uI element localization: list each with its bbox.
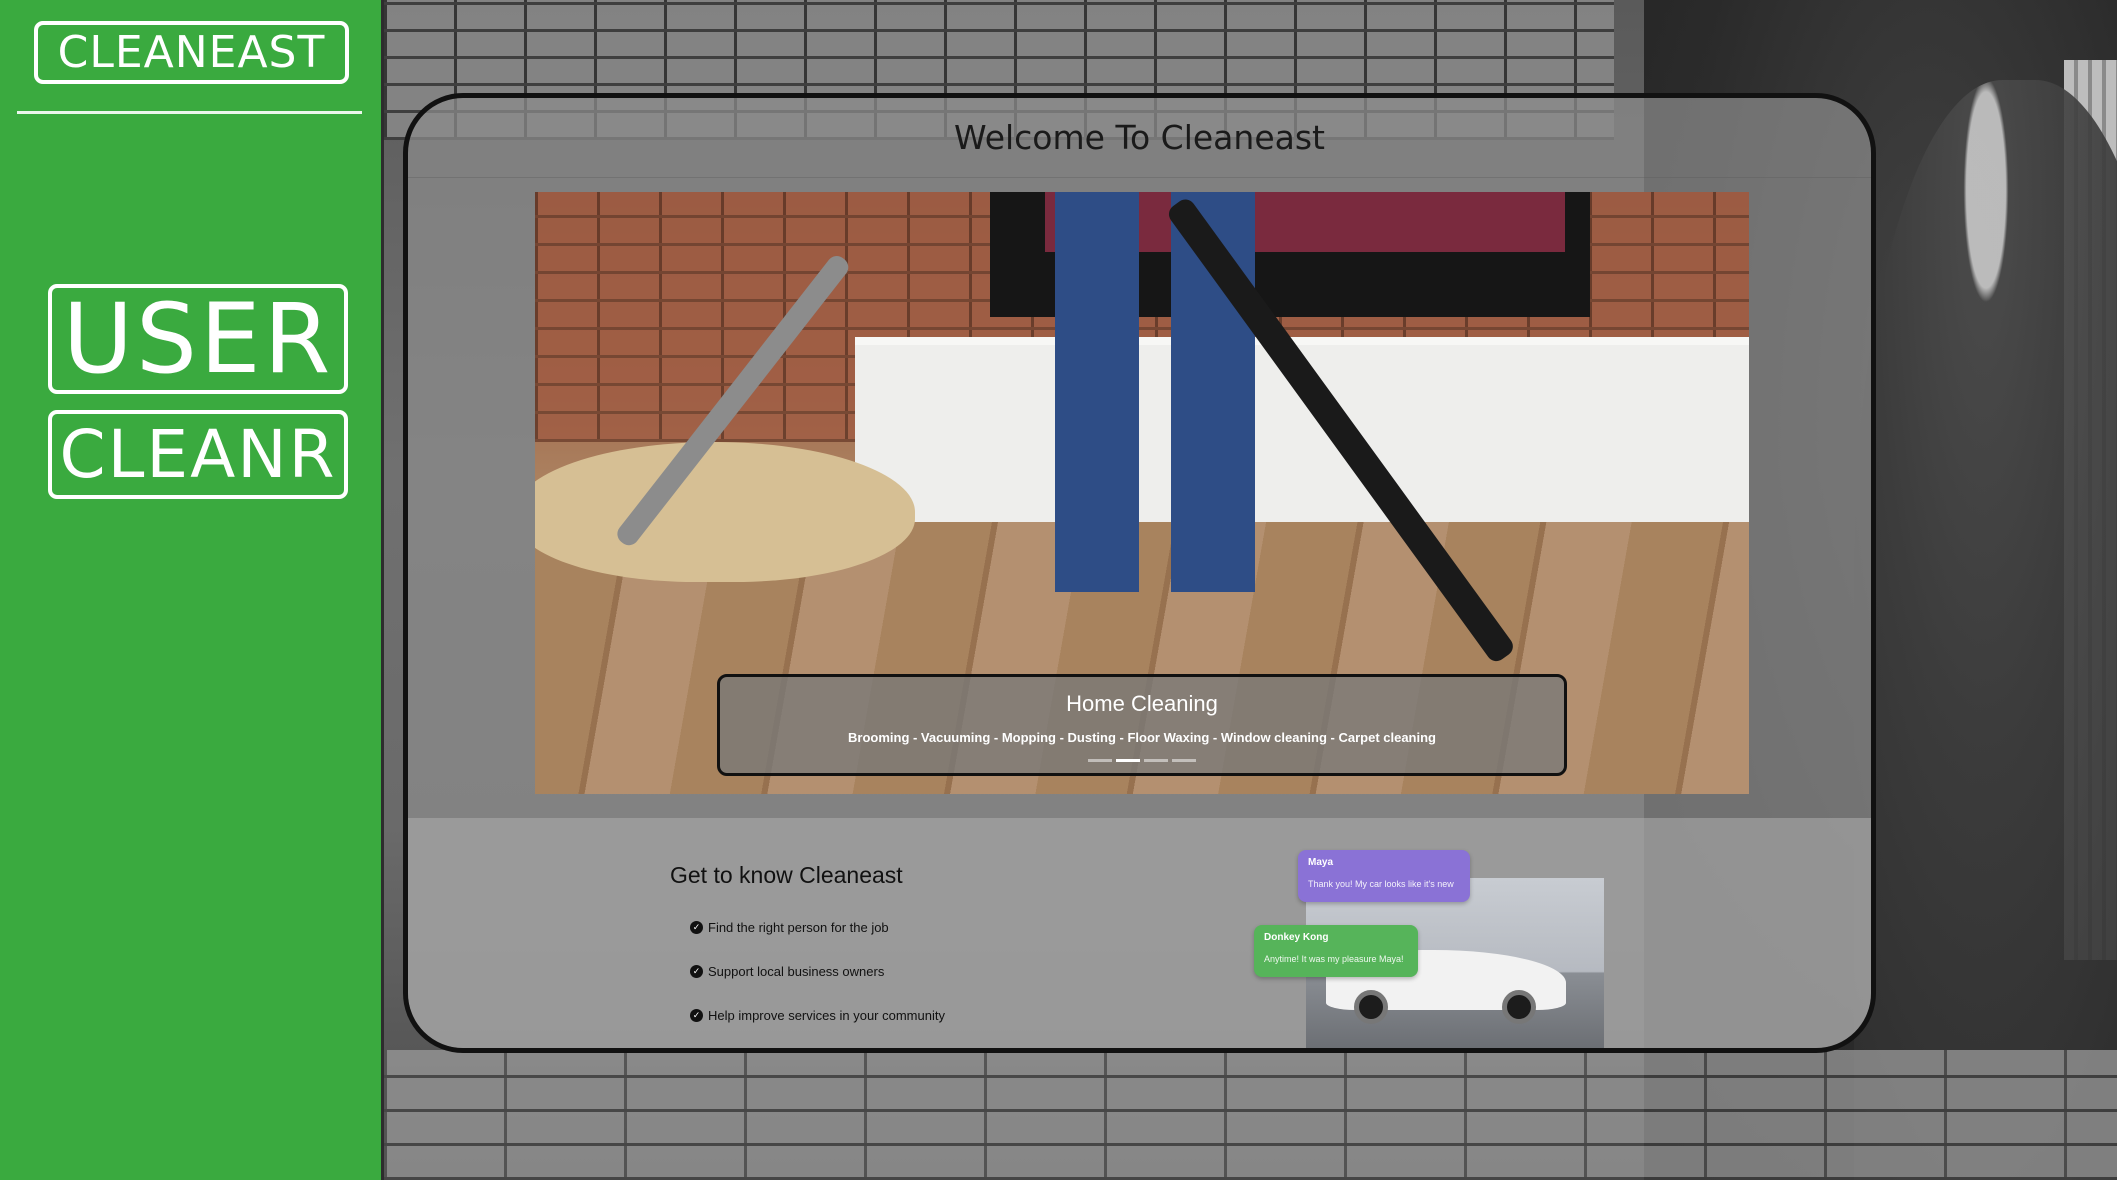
feature-item: ✓ Support local business owners [690, 964, 884, 979]
carousel-indicator[interactable] [1172, 759, 1196, 762]
carousel-caption-title: Home Cleaning [1066, 691, 1218, 716]
cleanr-role-button[interactable]: CLEANR [48, 410, 348, 499]
chat-sender: Maya [1308, 857, 1334, 868]
feature-text: Support local business owners [708, 964, 885, 979]
chat-message: Anytime! It was my pleasure Maya! [1264, 954, 1404, 964]
chat-bubble-donkey-kong: Donkey Kong Anytime! It was my pleasure … [1254, 925, 1418, 977]
about-title: Get to know Cleaneast [670, 862, 903, 888]
carousel-indicators [720, 759, 1564, 762]
car-wheel [1354, 990, 1388, 1024]
feature-item: ✓ Help improve services in your communit… [690, 1008, 945, 1023]
main-panel: Welcome To Cleaneast Home Cleaning Broom… [403, 93, 1876, 1053]
background-stone-wall [384, 1050, 2117, 1180]
check-circle-icon: ✓ [690, 1009, 703, 1022]
sidebar-divider [17, 111, 362, 114]
feature-text: Help improve services in your community [708, 1008, 945, 1023]
chat-message: Thank you! My car looks like it's new [1308, 879, 1454, 889]
background-person [1854, 80, 2117, 1180]
page-title: Welcome To Cleaneast [408, 98, 1871, 178]
sidebar: CLEANEAST USER CLEANR [0, 0, 381, 1180]
carousel-indicator[interactable] [1144, 759, 1168, 762]
feature-item: ✓ Find the right person for the job [690, 920, 889, 935]
check-circle-icon: ✓ [690, 965, 703, 978]
user-role-button[interactable]: USER [48, 283, 348, 395]
car-wheel [1502, 990, 1536, 1024]
carousel-indicator-active[interactable] [1116, 759, 1140, 762]
chat-sender: Donkey Kong [1264, 932, 1329, 943]
carousel-caption-text: Brooming - Vacuuming - Mopping - Dusting… [848, 730, 1436, 745]
carousel-caption: Home Cleaning Brooming - Vacuuming - Mop… [717, 674, 1567, 776]
slide-image-pet-bed [535, 442, 915, 582]
about-section: Get to know Cleaneast ✓ Find the right p… [408, 818, 1871, 1048]
sidebar-edge [381, 0, 384, 1180]
brand-logo[interactable]: CLEANEAST [34, 21, 349, 84]
chat-bubble-maya: Maya Thank you! My car looks like it's n… [1298, 850, 1470, 902]
carousel-indicator[interactable] [1088, 759, 1112, 762]
services-carousel[interactable]: Home Cleaning Brooming - Vacuuming - Mop… [535, 192, 1749, 794]
feature-text: Find the right person for the job [708, 920, 889, 935]
check-circle-icon: ✓ [690, 921, 703, 934]
